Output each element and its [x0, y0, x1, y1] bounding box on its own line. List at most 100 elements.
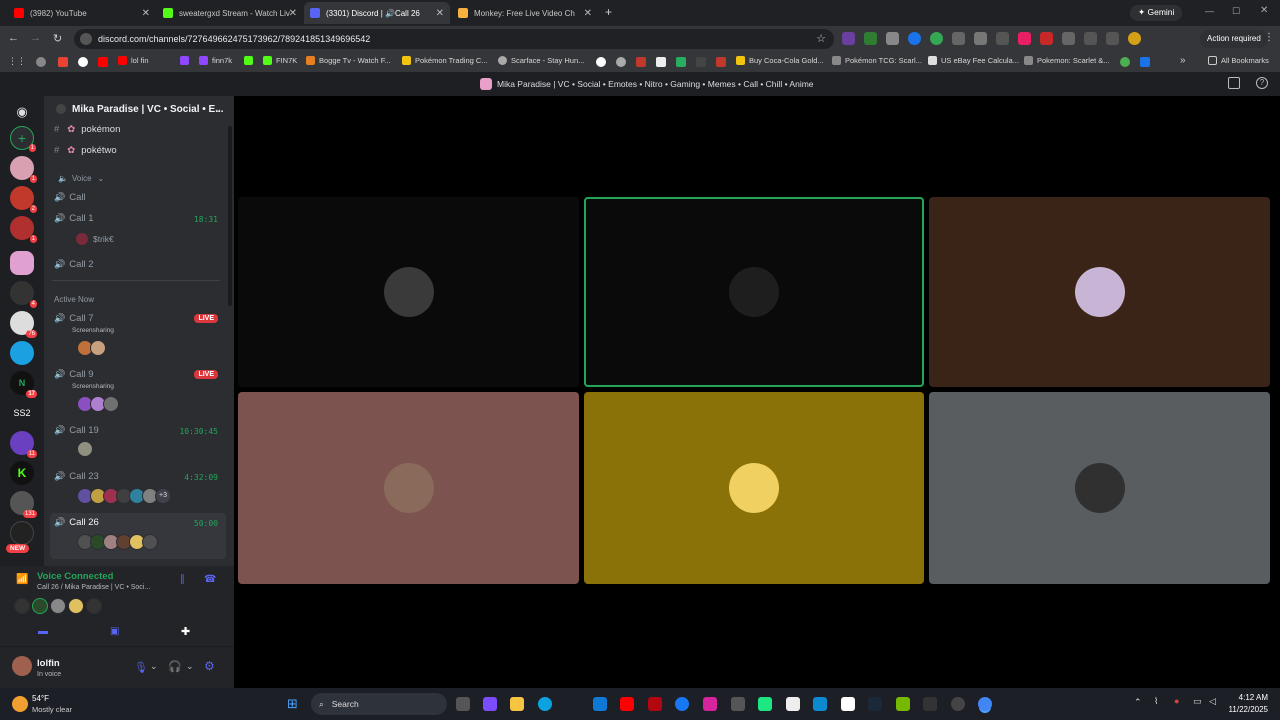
app-icon[interactable] — [731, 697, 745, 711]
hulu-icon[interactable] — [758, 697, 772, 711]
windows-start-icon[interactable]: ⊞ — [287, 696, 298, 712]
chevron-right-icon[interactable]: » — [1180, 55, 1186, 66]
bookmark-icon[interactable] — [716, 57, 726, 67]
maximize-button[interactable]: ☐ — [1232, 6, 1240, 17]
chevron-down-icon[interactable]: ⌄ — [186, 661, 194, 672]
extension-icon[interactable] — [908, 32, 921, 45]
voice-channel-call-7[interactable]: 🔊 Call 7 — [54, 313, 94, 324]
participant-tile-speaking[interactable] — [584, 197, 924, 387]
network-icon[interactable]: ⌇ — [1154, 696, 1158, 707]
bookmark-item[interactable]: Pokémon Trading C... — [402, 56, 488, 65]
voice-channel-call-23[interactable]: 🔊 Call 23 — [54, 471, 99, 482]
media-icon[interactable] — [1106, 32, 1119, 45]
headphones-icon[interactable]: 🎧 — [168, 660, 182, 673]
bookmark-icon[interactable] — [36, 57, 46, 67]
bookmark-item[interactable]: finn7k — [199, 56, 232, 65]
server-icon[interactable]: 131 — [10, 491, 37, 518]
file-explorer-icon[interactable] — [510, 697, 524, 711]
menu-icon[interactable]: ⋮ — [1264, 32, 1274, 43]
participant-tile[interactable] — [929, 392, 1270, 584]
bookmark-item[interactable]: Pokemon: Scarlet &... — [1024, 56, 1110, 65]
tab-discord[interactable]: (3301) Discord | 🔊Call 26 ✕ — [304, 2, 450, 24]
voice-avatars[interactable] — [14, 598, 102, 614]
server-icon[interactable]: 4 — [10, 281, 37, 308]
youtube-icon[interactable] — [98, 57, 108, 67]
voice-channel-call-9[interactable]: 🔊 Call 9 — [54, 369, 94, 380]
member-avatars[interactable] — [77, 396, 119, 412]
microphone-icon[interactable]: ● — [1174, 696, 1179, 706]
bookmark-icon[interactable] — [656, 57, 666, 67]
extension-icon[interactable] — [974, 32, 987, 45]
server-header[interactable]: Mika Paradise | VC • Social • E... ⌄ — [44, 96, 234, 122]
star-icon[interactable]: ☆ — [816, 32, 826, 45]
outlook-icon[interactable] — [593, 697, 607, 711]
add-server-icon[interactable]: +1 — [10, 126, 36, 152]
settings-gear-icon[interactable]: ⚙ — [204, 659, 215, 673]
participant-tile[interactable] — [238, 197, 579, 387]
kick-server-icon[interactable]: K — [10, 461, 34, 485]
participant-tile[interactable] — [238, 392, 579, 584]
puzzle-icon[interactable] — [1062, 32, 1075, 45]
screen-share-icon[interactable]: ▣ — [110, 626, 119, 637]
close-icon[interactable]: ✕ — [142, 8, 150, 19]
extension-icon[interactable] — [886, 32, 899, 45]
bookmark-icon[interactable] — [636, 57, 646, 67]
camera-icon[interactable]: ▬ — [38, 626, 48, 637]
server-icon[interactable]: 1 — [10, 216, 37, 243]
taskbar-search[interactable]: ⌕ Search — [311, 693, 447, 715]
bookmark-item[interactable]: lol fin — [118, 56, 149, 65]
discord-home-icon[interactable]: ◉ — [10, 100, 34, 124]
clock-date[interactable]: 11/22/2025 — [1224, 705, 1268, 714]
back-icon[interactable]: ← — [8, 32, 19, 44]
text-channel-poketwo[interactable]: # ✿ pokétwo — [54, 145, 117, 156]
profile-avatar[interactable] — [1128, 32, 1141, 45]
action-required-button[interactable]: Action required — [1200, 30, 1268, 48]
server-icon[interactable]: 76 — [10, 311, 37, 338]
forward-icon[interactable]: → — [30, 32, 41, 44]
microphone-icon[interactable]: 🎙 — [134, 661, 148, 674]
server-icon-selected[interactable] — [10, 251, 34, 275]
scrollbar[interactable] — [228, 126, 232, 306]
site-info-icon[interactable] — [80, 33, 92, 45]
netflix-icon[interactable] — [648, 697, 662, 711]
inbox-icon[interactable] — [1228, 77, 1240, 89]
display-icon[interactable]: ▭ — [1193, 696, 1202, 707]
voice-channel-call-19[interactable]: 🔊 Call 19 — [54, 425, 99, 436]
steam-icon[interactable] — [868, 697, 882, 711]
tab-monkey[interactable]: Monkey: Free Live Video Ch ✕ — [452, 2, 598, 24]
bookmark-item[interactable]: Bogge Tv - Watch F... — [306, 56, 391, 65]
sidebar-icon[interactable] — [1084, 32, 1097, 45]
bookmark-icon[interactable] — [1140, 57, 1150, 67]
check-icon[interactable] — [1120, 57, 1130, 67]
bookmark-icon[interactable] — [696, 57, 706, 67]
chevron-up-icon[interactable]: ⌃ — [1134, 697, 1142, 708]
extension-icon[interactable] — [996, 32, 1009, 45]
participant-tile[interactable] — [929, 197, 1270, 387]
server-icon[interactable] — [10, 341, 34, 365]
signal-icon[interactable]: 📶 — [16, 574, 28, 585]
bookmark-item[interactable]: Buy Coca-Cola Gold... — [736, 56, 824, 65]
bookmark-icon[interactable] — [596, 57, 606, 67]
close-window-button[interactable]: ✕ — [1260, 5, 1268, 16]
server-icon[interactable]: 1 — [10, 156, 37, 183]
member-avatars[interactable]: +3 — [77, 488, 171, 504]
app-icon[interactable] — [813, 697, 827, 711]
voice-channel-call-1[interactable]: 🔊 Call 1 — [54, 213, 94, 224]
member-avatars[interactable] — [77, 534, 158, 550]
member-avatars[interactable] — [77, 340, 106, 356]
gmail-icon[interactable] — [58, 57, 68, 67]
chevron-down-icon[interactable]: ⌄ — [150, 661, 158, 672]
close-icon[interactable]: ✕ — [436, 8, 444, 19]
weather-icon[interactable] — [12, 696, 28, 712]
tab-kick[interactable]: sweatergxd Stream - Watch Liv ✕ — [157, 2, 303, 24]
extension-icon[interactable] — [952, 32, 965, 45]
extension-icon[interactable] — [864, 32, 877, 45]
extension-icon[interactable] — [1018, 32, 1031, 45]
all-bookmarks[interactable]: All Bookmarks — [1208, 56, 1269, 65]
server-icon[interactable]: 2 — [10, 186, 37, 213]
new-tab-button[interactable]: + — [605, 5, 612, 19]
chrome-icon[interactable] — [978, 697, 992, 711]
close-icon[interactable]: ✕ — [289, 8, 297, 19]
instagram-icon[interactable] — [703, 697, 717, 711]
app-icon[interactable] — [923, 697, 937, 711]
